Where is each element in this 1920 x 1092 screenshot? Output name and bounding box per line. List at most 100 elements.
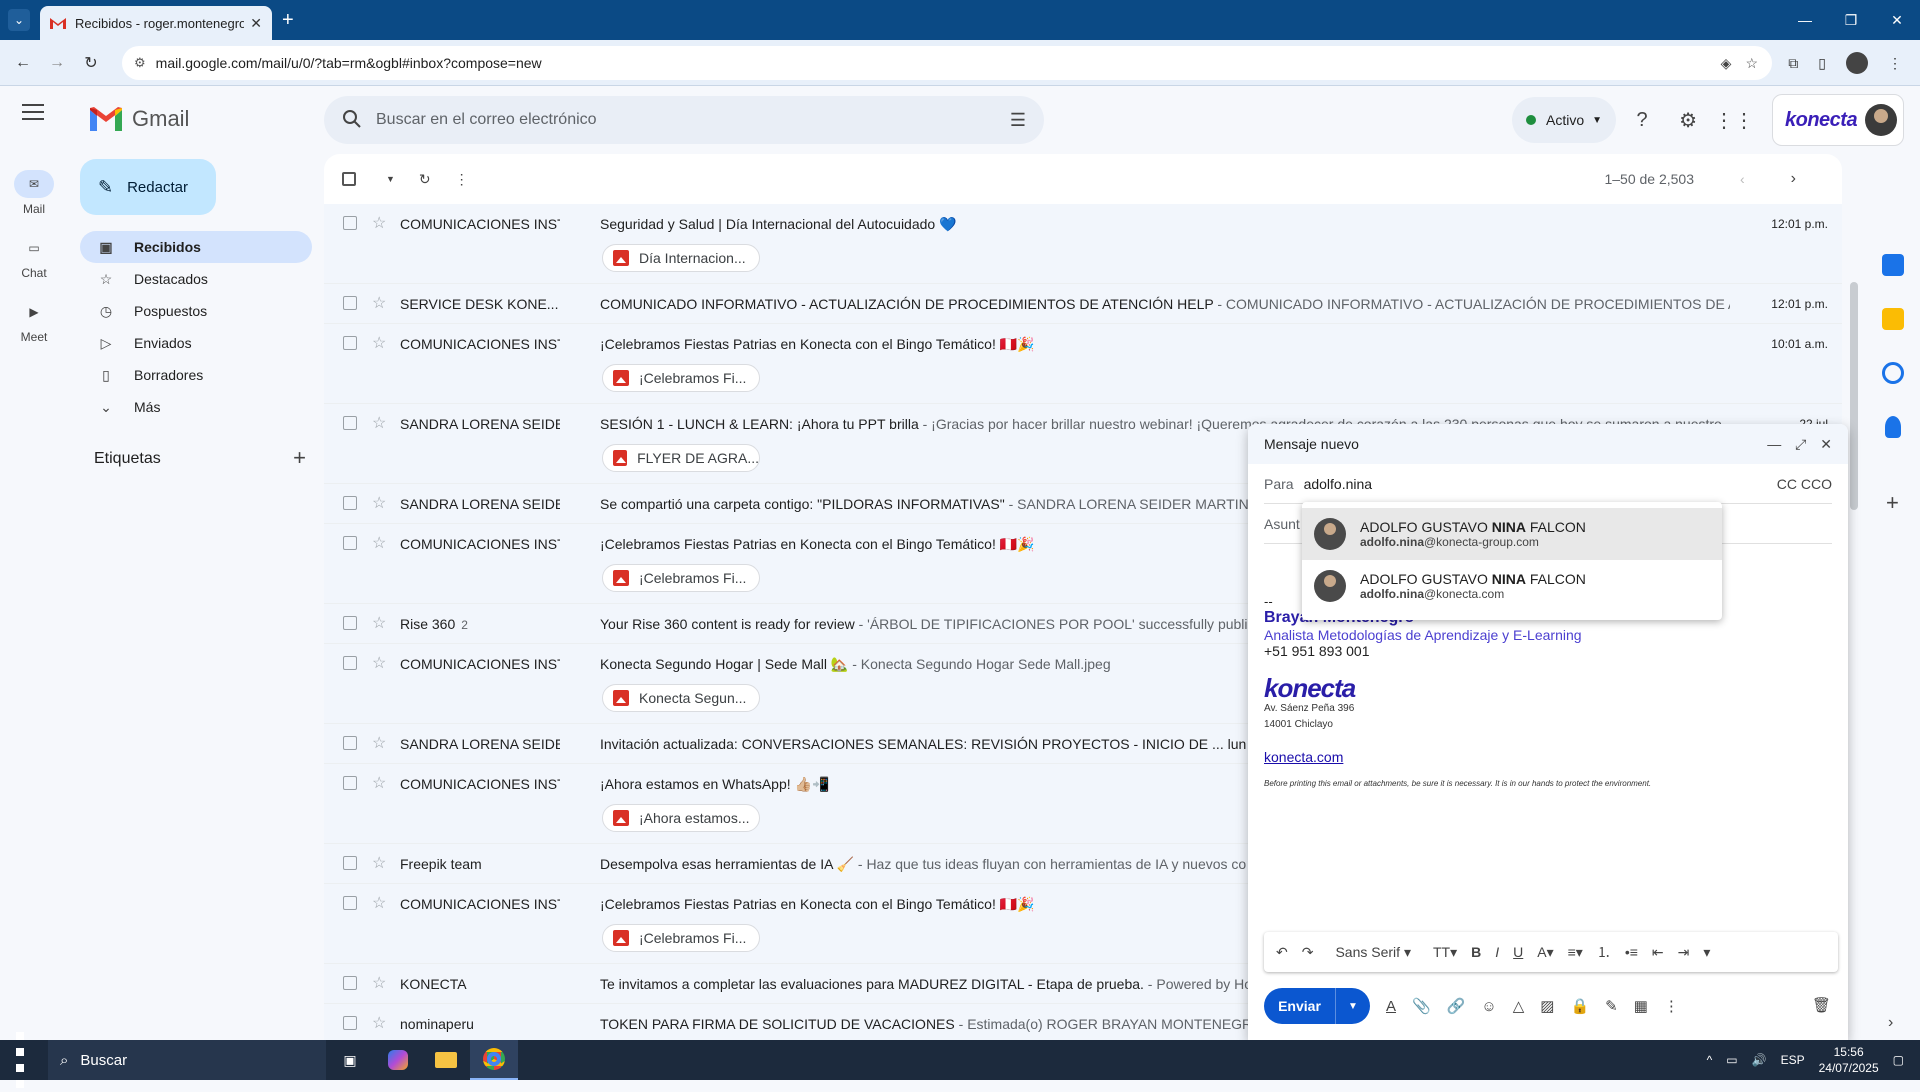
- attachment-chip[interactable]: ¡Celebramos Fi...: [602, 364, 760, 392]
- search-input[interactable]: Buscar en el correo electrónico: [376, 111, 1010, 129]
- calendar-icon[interactable]: [1882, 254, 1904, 276]
- align-icon[interactable]: ≡▾: [1568, 944, 1583, 961]
- star-icon[interactable]: ☆: [372, 493, 386, 513]
- more-options-icon[interactable]: ⋮: [1664, 997, 1679, 1015]
- nav-item-inbox[interactable]: ▣ Recibidos: [80, 231, 312, 263]
- signature-link[interactable]: konecta.com: [1264, 749, 1834, 765]
- copilot-icon[interactable]: [374, 1040, 422, 1080]
- tab-search-button[interactable]: ⌄: [8, 9, 30, 31]
- apps-grid-icon[interactable]: ⋮⋮: [1714, 100, 1754, 140]
- star-icon[interactable]: ☆: [372, 893, 386, 913]
- search-icon[interactable]: [342, 109, 362, 132]
- network-icon[interactable]: ▭: [1726, 1053, 1737, 1067]
- fullscreen-icon[interactable]: ⤢: [1795, 436, 1806, 452]
- attachment-chip[interactable]: ¡Celebramos Fi...: [602, 924, 760, 952]
- rail-chat[interactable]: ▭ Chat: [0, 234, 68, 280]
- select-all-checkbox[interactable]: [342, 172, 356, 186]
- refresh-icon[interactable]: ↻: [419, 171, 431, 188]
- to-input[interactable]: adolfo.nina: [1304, 476, 1777, 492]
- emoji-icon[interactable]: ☺: [1481, 998, 1496, 1015]
- back-icon[interactable]: ←: [6, 54, 40, 72]
- rail-meet[interactable]: ▶ Meet: [0, 298, 68, 344]
- send-options-icon[interactable]: ▼: [1336, 1001, 1370, 1012]
- link-icon[interactable]: 🔗: [1447, 997, 1466, 1015]
- attachment-chip[interactable]: Día Internacion...: [602, 244, 760, 272]
- nav-item-drafts[interactable]: ▯ Borradores: [80, 359, 312, 391]
- taskbar-search[interactable]: ⌕ Buscar: [48, 1040, 326, 1080]
- attachment-chip[interactable]: FLYER DE AGRA...: [602, 444, 760, 472]
- task-view-icon[interactable]: ▣: [326, 1040, 374, 1080]
- row-checkbox[interactable]: [343, 976, 357, 990]
- row-checkbox[interactable]: [343, 336, 357, 350]
- settings-gear-icon[interactable]: ⚙: [1668, 100, 1708, 140]
- prev-page-icon[interactable]: ‹: [1740, 171, 1745, 187]
- text-color-icon[interactable]: A▾: [1537, 944, 1553, 961]
- send-button[interactable]: Enviar ▼: [1264, 988, 1370, 1024]
- indent-more-icon[interactable]: ⇥: [1678, 944, 1690, 961]
- keep-icon[interactable]: [1882, 308, 1904, 330]
- email-row[interactable]: ☆ COMUNICACIONES INST. Seguridad y Salud |…: [324, 204, 1842, 284]
- nav-item-more[interactable]: ⌄ Más: [80, 391, 312, 423]
- row-checkbox[interactable]: [343, 896, 357, 910]
- tasks-icon[interactable]: [1882, 362, 1904, 384]
- browser-tab[interactable]: Recibidos - roger.montenegro@ ✕: [40, 6, 272, 40]
- star-icon[interactable]: ☆: [372, 973, 386, 993]
- row-checkbox[interactable]: [343, 656, 357, 670]
- rail-mail[interactable]: ✉ Mail: [0, 170, 68, 216]
- notifications-icon[interactable]: ▢: [1893, 1053, 1904, 1067]
- formatting-toggle-icon[interactable]: A: [1386, 998, 1396, 1015]
- select-menu-chevron-icon[interactable]: ▼: [386, 174, 395, 184]
- attachment-chip[interactable]: Konecta Segun...: [602, 684, 760, 712]
- row-checkbox[interactable]: [343, 536, 357, 550]
- profile-avatar[interactable]: [1846, 52, 1868, 74]
- attachment-chip[interactable]: ¡Celebramos Fi...: [602, 564, 760, 592]
- drive-icon[interactable]: △: [1513, 997, 1525, 1015]
- italic-icon[interactable]: I: [1495, 944, 1499, 960]
- chrome-icon[interactable]: [470, 1040, 518, 1080]
- bold-icon[interactable]: B: [1471, 944, 1481, 960]
- language-indicator[interactable]: ESP: [1781, 1053, 1805, 1067]
- star-icon[interactable]: ☆: [372, 653, 386, 673]
- row-checkbox[interactable]: [343, 856, 357, 870]
- gmail-logo[interactable]: Gmail: [90, 106, 189, 132]
- extensions-icon[interactable]: ⧉: [1788, 55, 1798, 72]
- undo-icon[interactable]: ↶: [1276, 944, 1288, 961]
- email-row[interactable]: ☆ SERVICE DESK KONE...36 COMUNICADO INFORM…: [324, 284, 1842, 324]
- expand-panel-icon[interactable]: ›: [1888, 1014, 1893, 1032]
- star-icon[interactable]: ☆: [372, 853, 386, 873]
- more-formatting-icon[interactable]: ▾: [1703, 944, 1710, 961]
- close-window-icon[interactable]: ✕: [1874, 0, 1920, 40]
- font-select[interactable]: Sans Serif ▾: [1335, 944, 1411, 961]
- row-checkbox[interactable]: [343, 736, 357, 750]
- nav-item-snoozed[interactable]: ◷ Pospuestos: [80, 295, 312, 327]
- star-icon[interactable]: ☆: [372, 613, 386, 633]
- restore-icon[interactable]: ❐: [1828, 0, 1874, 40]
- discard-draft-icon[interactable]: 🗑: [1812, 996, 1831, 1014]
- row-checkbox[interactable]: [343, 296, 357, 310]
- schedule-icon[interactable]: ▦: [1634, 997, 1648, 1015]
- star-icon[interactable]: ☆: [372, 213, 386, 233]
- help-icon[interactable]: ?: [1622, 100, 1662, 140]
- close-tab-icon[interactable]: ✕: [250, 15, 262, 32]
- star-icon[interactable]: ☆: [372, 733, 386, 753]
- star-icon[interactable]: ☆: [372, 413, 386, 433]
- to-field[interactable]: Para adolfo.nina CC CCO: [1264, 464, 1832, 504]
- minimize-icon[interactable]: —: [1767, 436, 1781, 452]
- redo-icon[interactable]: ↷: [1302, 944, 1314, 961]
- password-icon[interactable]: ◈: [1721, 55, 1732, 72]
- forward-icon[interactable]: →: [40, 54, 74, 72]
- star-icon[interactable]: ☆: [372, 773, 386, 793]
- row-checkbox[interactable]: [343, 616, 357, 630]
- row-checkbox[interactable]: [343, 416, 357, 430]
- tray-chevron-icon[interactable]: ^: [1707, 1053, 1713, 1067]
- side-panel-icon[interactable]: ▯: [1818, 55, 1826, 72]
- star-icon[interactable]: ☆: [372, 1013, 386, 1033]
- underline-icon[interactable]: U: [1513, 944, 1523, 960]
- add-addon-icon[interactable]: +: [1886, 490, 1899, 516]
- status-selector[interactable]: Activo ▼: [1512, 97, 1617, 143]
- star-icon[interactable]: ☆: [372, 333, 386, 353]
- suggestion-item[interactable]: ADOLFO GUSTAVO NINA FALCON adolfo.nina@k…: [1302, 508, 1722, 560]
- attachment-chip[interactable]: ¡Ahora estamos...: [602, 804, 760, 832]
- photo-icon[interactable]: ▨: [1540, 997, 1554, 1015]
- clock[interactable]: 15:56 24/07/2025: [1819, 1044, 1879, 1076]
